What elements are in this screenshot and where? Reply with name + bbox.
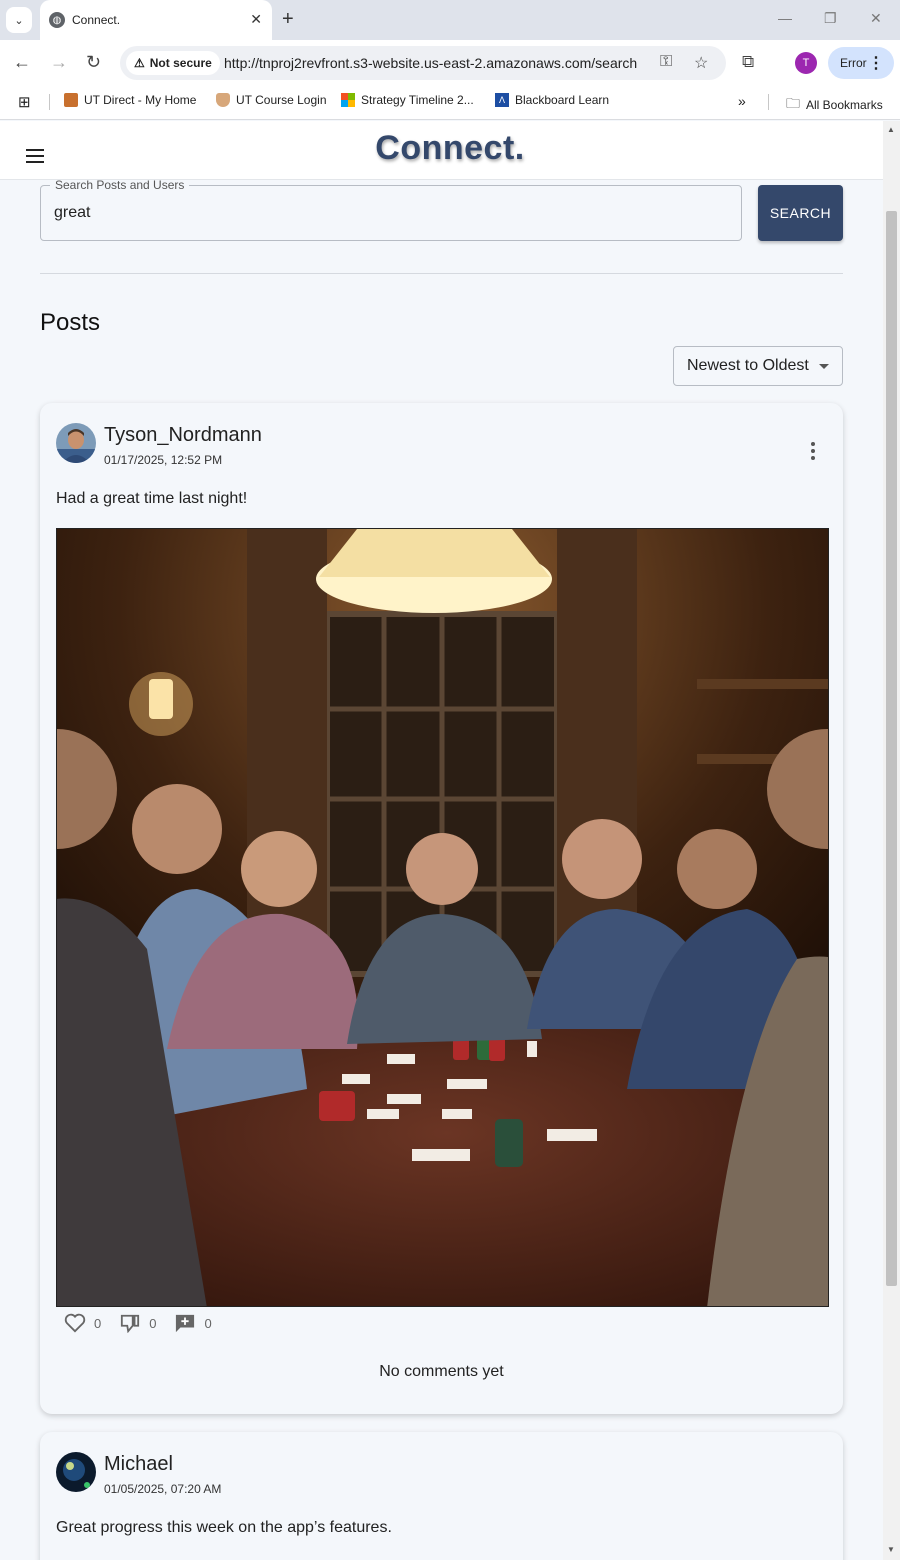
post-text: Had a great time last night! [56,490,248,507]
minimize-icon[interactable]: — [778,10,792,26]
like-count: 0 [94,1315,102,1331]
browser-toolbar: ← → ↻ ⚠ Not secure http://tnproj2revfron… [0,40,900,86]
bookmark-ut-course-login[interactable]: UT Course Login [216,93,327,107]
sort-selected-value: Newest to Oldest [687,357,809,374]
microsoft-icon [341,93,355,107]
post-actions: 0 0 0 [64,1313,230,1333]
ut-tower-icon [64,93,78,107]
globe-icon: ◍ [49,12,65,28]
browser-tab[interactable]: ◍ Connect. ✕ [40,0,272,40]
tab-title: Connect. [72,13,121,27]
bookmark-label: UT Course Login [236,93,327,107]
avatar[interactable] [56,1452,96,1492]
password-key-icon[interactable]: ⚿ [660,53,672,71]
reload-icon[interactable]: ↻ [86,52,101,72]
all-bookmarks-label: All Bookmarks [806,98,883,112]
bookmark-ut-direct[interactable]: UT Direct - My Home [64,93,196,107]
post-options-icon[interactable] [811,442,815,463]
scroll-up-icon[interactable]: ▲ [887,125,895,134]
scrollbar-thumb[interactable] [886,211,897,1286]
dislike-button[interactable]: 0 [119,1313,156,1333]
search-input[interactable] [54,204,654,222]
post-timestamp: 01/17/2025, 12:52 PM [104,453,223,467]
heart-icon [64,1313,86,1333]
more-menu-icon: ⋮ [868,55,884,72]
post-card: Tyson_Nordmann 01/17/2025, 12:52 PM Had … [40,403,843,1414]
scroll-down-icon[interactable]: ▼ [887,1545,895,1554]
post-card: Michael 01/05/2025, 07:20 AM Great progr… [40,1432,843,1560]
thumb-down-icon [121,1314,140,1333]
url-text[interactable]: http://tnproj2revfront.s3-website.us-eas… [224,55,637,71]
app-header: Connect. [0,121,883,180]
bookmark-separator [49,94,50,110]
post-timestamp: 01/05/2025, 07:20 AM [104,1482,222,1496]
all-bookmarks[interactable]: 🗀 All Bookmarks [786,93,883,117]
back-icon[interactable]: ← [13,52,31,72]
bookmark-label: Strategy Timeline 2... [361,93,474,107]
window-close-icon[interactable]: ✕ [870,10,882,27]
bookmark-star-icon[interactable]: ☆ [694,53,708,73]
search-field[interactable]: Search Posts and Users [40,178,742,241]
page-viewport: Connect. Search Posts and Users SEARCH P… [0,121,883,1560]
comment-button[interactable]: 0 [174,1313,212,1333]
bookmarks-bar: ⊞ UT Direct - My Home UT Course Login St… [0,86,900,120]
comment-count: 0 [204,1315,212,1331]
bookmark-strategy-timeline[interactable]: Strategy Timeline 2... [341,93,474,107]
error-label: Error [840,56,867,70]
post-author[interactable]: Tyson_Nordmann [104,424,262,447]
bookmark-label: Blackboard Learn [515,93,610,107]
apps-grid-icon[interactable]: ⊞ [18,93,31,111]
bookmark-label: UT Direct - My Home [84,93,197,107]
more-bookmarks-icon[interactable]: » [738,93,746,109]
warning-icon: ⚠ [134,56,145,70]
close-tab-icon[interactable]: ✕ [250,11,262,28]
security-label: Not secure [149,56,212,70]
extensions-icon[interactable]: ⧉ [742,52,754,72]
profile-avatar[interactable]: T [795,52,817,74]
post-image [56,528,829,1307]
post-text: Great progress this week on the app’s fe… [56,1519,392,1536]
add-comment-icon [176,1314,195,1333]
address-bar[interactable]: ⚠ Not secure http://tnproj2revfront.s3-w… [120,46,726,80]
avatar[interactable] [56,423,96,463]
restore-icon[interactable]: ❐ [824,10,837,27]
post-author[interactable]: Michael [104,1453,173,1476]
search-legend: Search Posts and Users [50,178,190,192]
like-button[interactable]: 0 [64,1313,101,1333]
blackboard-icon: Λ [495,93,509,107]
section-title: Posts [40,309,101,336]
forward-icon[interactable]: → [50,52,68,72]
dislike-count: 0 [149,1315,157,1331]
bookmark-separator [768,94,769,110]
search-button[interactable]: SEARCH [758,185,843,241]
sort-select[interactable]: Newest to Oldest [673,346,843,386]
folder-icon: 🗀 [786,95,800,111]
tab-search-button[interactable]: ⌄ [6,7,32,33]
page-scrollbar[interactable]: ▲ ▼ [883,121,900,1560]
app-brand[interactable]: Connect. [0,129,883,168]
bookmark-blackboard[interactable]: Λ Blackboard Learn [495,93,609,107]
no-comments-text: No comments yet [379,1363,504,1380]
ut-shield-icon [216,93,230,107]
divider [40,273,843,274]
caret-down-icon [819,364,829,369]
security-chip[interactable]: ⚠ Not secure [126,51,220,75]
browser-tab-bar: ⌄ ◍ Connect. ✕ + — ❐ ✕ [0,0,900,40]
error-button[interactable]: Error ⋮ [828,47,894,79]
new-tab-button[interactable]: + [282,8,294,30]
